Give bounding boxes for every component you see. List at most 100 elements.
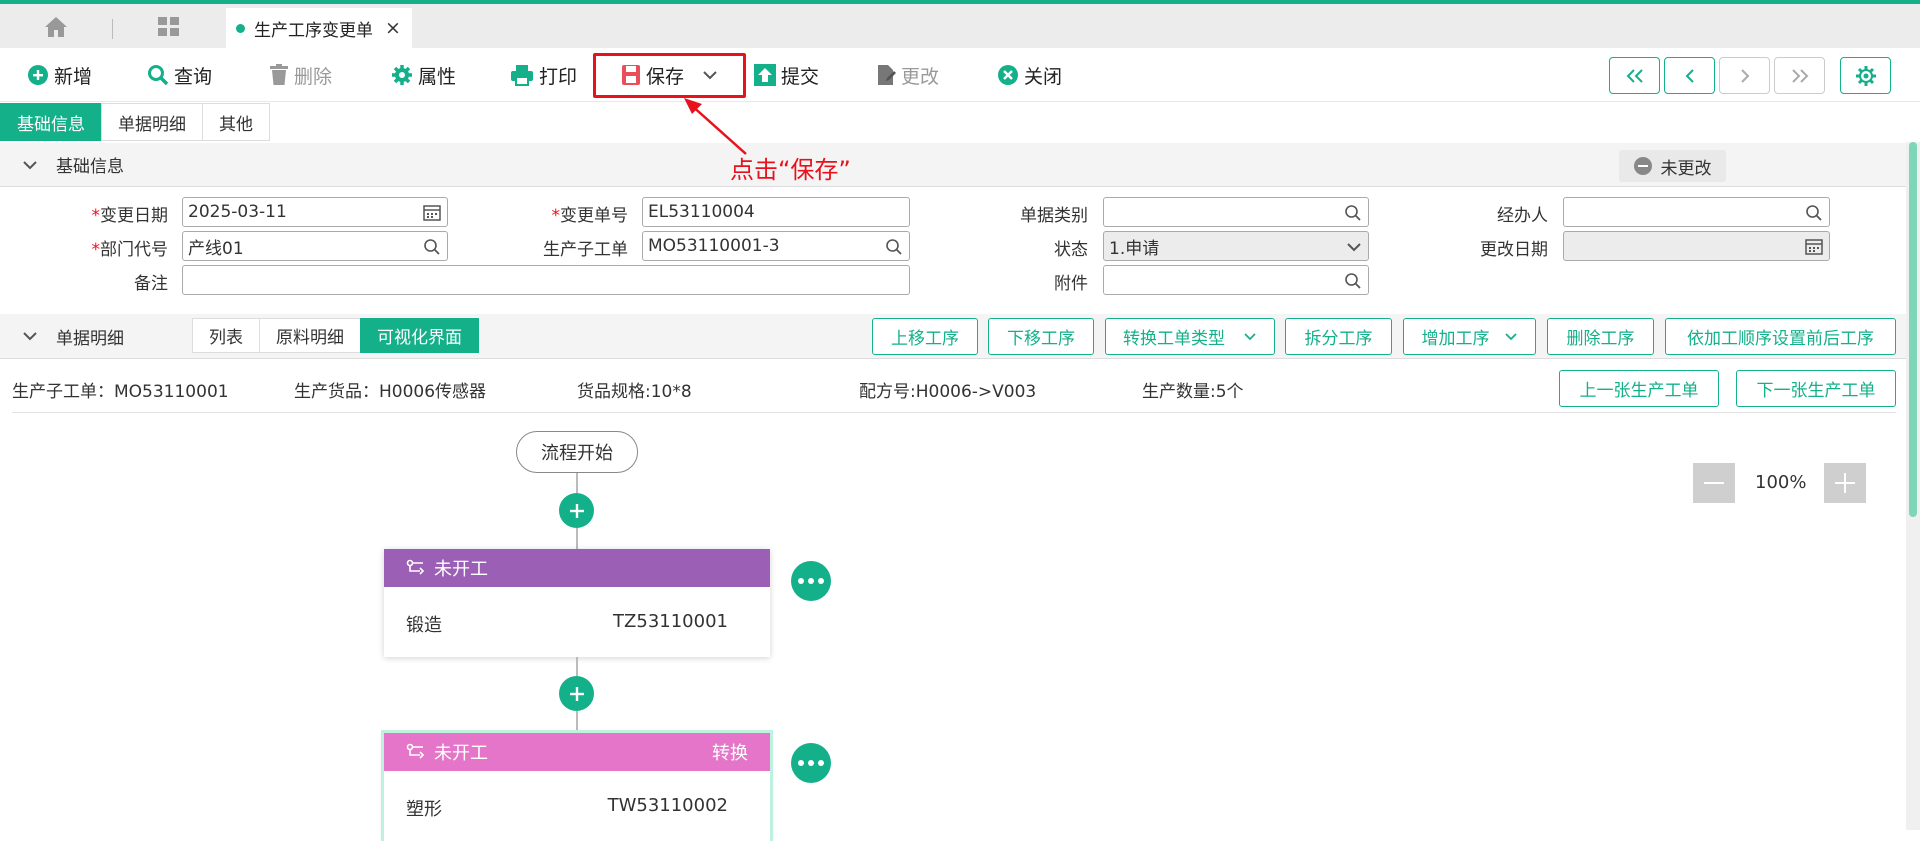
flow-node-status: 未开工 — [434, 743, 488, 764]
print-button[interactable]: 打印 — [510, 60, 577, 90]
tab-basic-info[interactable]: 基础信息 — [0, 103, 101, 141]
new-button[interactable]: 新增 — [27, 60, 92, 90]
query-button[interactable]: 查询 — [147, 60, 212, 90]
change-no-value: EL53110004 — [648, 202, 755, 222]
modify-date-label: 更改日期 — [1480, 240, 1548, 260]
remark-field[interactable] — [182, 265, 910, 295]
flow-node-status: 未开工 — [434, 559, 488, 580]
properties-button[interactable]: 属性 — [391, 60, 456, 90]
add-node-button[interactable] — [559, 676, 594, 711]
delete-operation-button[interactable]: 删除工序 — [1547, 318, 1654, 355]
flow-node-header: 未开工 — [384, 549, 770, 587]
grid-icon[interactable] — [157, 16, 181, 38]
handler-label: 经办人 — [1497, 206, 1548, 226]
trash-icon — [270, 64, 288, 85]
save-highlight-box — [593, 53, 746, 98]
submit-button-label: 提交 — [781, 65, 820, 88]
upload-icon — [754, 64, 776, 86]
tab-document-detail[interactable]: 单据明细 — [101, 103, 202, 141]
dept-field[interactable]: 产线01 — [182, 231, 448, 261]
sub-order-field[interactable]: MO53110001-3 — [642, 231, 910, 261]
doc-type-label: 单据类别 — [1020, 206, 1088, 226]
tab-list[interactable]: 列表 — [192, 318, 259, 353]
attachment-label: 附件 — [1054, 274, 1088, 294]
chevron-down-icon — [23, 160, 37, 169]
flow-node[interactable]: 未开工 转换 塑形 TW53110002 — [384, 733, 770, 841]
add-node-button[interactable] — [559, 493, 594, 528]
required-mark: * — [91, 240, 101, 260]
dept-value: 产线01 — [188, 238, 244, 259]
last-record-button[interactable] — [1774, 57, 1825, 94]
home-icon[interactable] — [44, 16, 68, 38]
scrollbar-thumb[interactable] — [1909, 142, 1917, 517]
tab-visual[interactable]: 可视化界面 — [360, 318, 479, 353]
chevron-down-icon — [1244, 333, 1256, 341]
close-tab-icon[interactable]: × — [385, 17, 401, 39]
basic-info-title: 基础信息 — [56, 157, 124, 177]
node-more-button[interactable] — [791, 561, 831, 601]
attachment-field[interactable] — [1103, 265, 1369, 295]
modify-date-field[interactable] — [1563, 231, 1830, 261]
settings-button[interactable] — [1840, 57, 1891, 94]
move-up-button[interactable]: 上移工序 — [872, 318, 978, 355]
minus-icon — [1704, 482, 1724, 484]
tab-material-detail[interactable]: 原料明细 — [259, 318, 360, 353]
node-more-button[interactable] — [791, 743, 831, 783]
doc-type-field[interactable] — [1103, 197, 1369, 227]
properties-button-label: 属性 — [418, 65, 457, 88]
query-button-label: 查询 — [174, 65, 213, 88]
add-operation-button[interactable]: 增加工序 — [1403, 318, 1536, 355]
tab-document-label: 生产工序变更单 — [254, 20, 373, 41]
sub-order-value: MO53110001-3 — [648, 236, 780, 256]
prev-record-button[interactable] — [1664, 57, 1715, 94]
printer-icon — [511, 65, 533, 86]
delete-button[interactable]: 删除 — [269, 60, 332, 90]
change-no-field[interactable]: EL53110004 — [642, 197, 910, 227]
section-tabs: 基础信息 单据明细 其他 — [0, 103, 270, 141]
active-dot-icon — [236, 23, 245, 33]
prev-order-button[interactable]: 上一张生产工单 — [1559, 370, 1719, 407]
edit-document-icon — [878, 65, 896, 85]
gear-icon — [1855, 65, 1876, 86]
convert-type-button[interactable]: 转换工单类型 — [1105, 318, 1275, 355]
info-formula: 配方号:H0006->V003 — [859, 382, 1037, 402]
process-flow-icon — [406, 559, 425, 575]
search-icon — [886, 239, 902, 255]
tab-other[interactable]: 其他 — [202, 103, 270, 141]
chevron-down-icon — [23, 332, 37, 341]
new-button-label: 新增 — [54, 65, 93, 88]
search-icon — [148, 65, 169, 86]
zoom-out-button[interactable] — [1693, 463, 1735, 503]
next-order-button[interactable]: 下一张生产工单 — [1736, 370, 1896, 407]
flow-start-node[interactable]: 流程开始 — [516, 431, 638, 473]
modify-button[interactable]: 更改 — [876, 60, 939, 90]
first-record-button[interactable] — [1609, 57, 1660, 94]
tab-document[interactable]: 生产工序变更单 × — [226, 8, 412, 48]
double-chevron-right-icon — [1791, 68, 1808, 83]
vertical-scrollbar[interactable] — [1906, 142, 1920, 830]
zoom-in-button[interactable] — [1824, 463, 1866, 503]
status-select[interactable]: 1.申请 — [1103, 231, 1369, 261]
dept-label-text: 部门代号 — [100, 240, 168, 260]
delete-button-label: 删除 — [294, 65, 333, 88]
next-record-button[interactable] — [1719, 57, 1770, 94]
tab-separator — [112, 19, 113, 39]
plus-circle-icon — [28, 65, 48, 85]
detail-view-tabs: 列表 原料明细 可视化界面 — [192, 318, 479, 353]
submit-button[interactable]: 提交 — [754, 60, 819, 90]
close-button-label: 关闭 — [1024, 65, 1063, 88]
split-button[interactable]: 拆分工序 — [1285, 318, 1392, 355]
close-button[interactable]: 关闭 — [997, 60, 1062, 90]
plus-icon — [1835, 473, 1855, 493]
handler-field[interactable] — [1563, 197, 1830, 227]
change-date-field[interactable]: 2025-03-11 — [182, 197, 448, 227]
info-spec: 货品规格:10*8 — [577, 382, 692, 402]
set-order-button[interactable]: 依加工顺序设置前后工序 — [1665, 318, 1896, 355]
flow-node-tag: 转换 — [712, 743, 748, 764]
flow-node-name: 塑形 — [406, 799, 442, 820]
flow-node[interactable]: 未开工 锻造 TZ53110001 — [384, 549, 770, 657]
minus-circle-icon — [1633, 157, 1652, 175]
move-down-button[interactable]: 下移工序 — [988, 318, 1094, 355]
flow-node-header: 未开工 转换 — [384, 733, 770, 771]
change-no-label-text: 变更单号 — [560, 206, 628, 226]
